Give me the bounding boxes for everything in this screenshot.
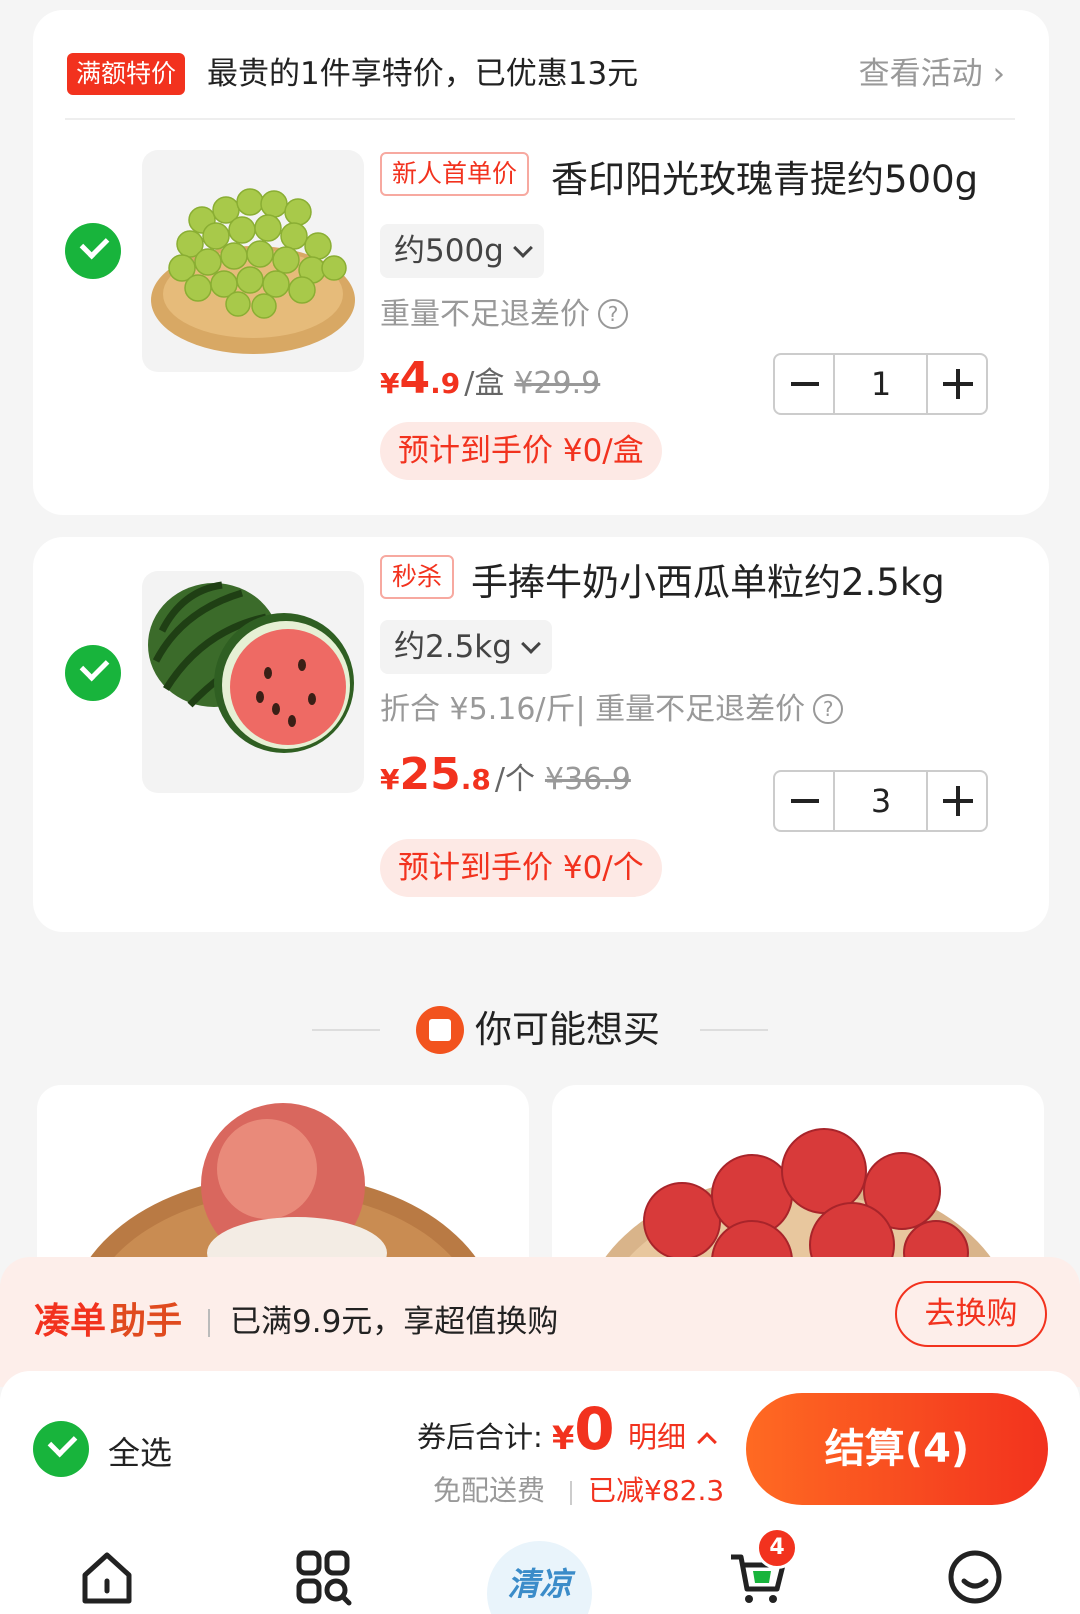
detail-toggle[interactable]: 明细 xyxy=(628,1417,717,1457)
refund-note: 折合 ¥5.16/斤| 重量不足退差价? xyxy=(380,690,844,730)
increase-button[interactable] xyxy=(926,355,986,413)
price-symbol: ¥ xyxy=(380,763,400,796)
total-value: ¥0 xyxy=(552,1395,615,1463)
assistant-title-b: 助手 xyxy=(110,1301,183,1342)
divider xyxy=(700,1029,768,1031)
spec-label: 约500g xyxy=(394,233,504,269)
spec-selector[interactable]: 约500g xyxy=(380,224,544,278)
product-image-watermelon[interactable] xyxy=(142,571,364,793)
free-delivery-text: 免配送费 xyxy=(433,1474,546,1507)
chevron-down-icon xyxy=(521,634,541,654)
divider xyxy=(570,1481,572,1505)
item-title[interactable]: 香印阳光玫瑰青提约500g xyxy=(551,156,978,204)
cart-count-badge: 4 xyxy=(756,1527,798,1569)
divider xyxy=(208,1309,210,1337)
chevron-right-icon: › xyxy=(992,56,1005,92)
checkout-button[interactable]: 结算(4) xyxy=(746,1393,1048,1505)
price-decimal: .9 xyxy=(430,367,461,400)
promo-bar: 满额特价 最贵的1件享特价，已优惠13元 查看活动 › xyxy=(67,40,1017,100)
spec-selector[interactable]: 约2.5kg xyxy=(380,620,552,674)
assistant-title-a: 凑单 xyxy=(34,1301,107,1342)
total-number: 0 xyxy=(574,1395,615,1463)
recommend-header: 你可能想买 xyxy=(0,1000,1080,1060)
add-on-assistant: 凑单 助手 已满9.9元，享超值换购 去换购 xyxy=(0,1257,1080,1387)
promo-text: 最贵的1件享特价，已优惠13元 xyxy=(207,56,639,92)
quantity-input[interactable]: 3 xyxy=(835,772,927,830)
watermelon-image xyxy=(148,581,354,753)
view-activity-link[interactable]: 查看活动 › xyxy=(859,54,1005,94)
category-icon xyxy=(296,1550,352,1606)
price: ¥25.8/个 ¥36.9 xyxy=(380,749,631,800)
original-price: ¥36.9 xyxy=(544,762,631,797)
decrease-button[interactable] xyxy=(775,355,835,413)
price-unit: /盒 xyxy=(464,366,505,401)
newcomer-price-badge: 新人首单价 xyxy=(380,152,530,196)
original-price: ¥29.9 xyxy=(514,366,601,401)
estimated-price: 预计到手价 ¥0/个 xyxy=(380,839,662,897)
exchange-button[interactable]: 去换购 xyxy=(895,1281,1047,1347)
price: ¥4.9/盒 ¥29.9 xyxy=(380,353,600,404)
total-symbol: ¥ xyxy=(552,1419,575,1457)
increase-button[interactable] xyxy=(926,772,986,830)
assistant-text: 已满9.9元，享超值换购 xyxy=(230,1304,559,1340)
item-checkbox[interactable] xyxy=(65,223,121,279)
product-image-grapes[interactable] xyxy=(142,150,364,372)
price-integer: 4 xyxy=(399,353,431,404)
chevron-up-icon xyxy=(697,1432,717,1452)
total-label: 券后合计: xyxy=(417,1420,543,1454)
refund-note: 重量不足退差价? xyxy=(380,295,628,335)
help-icon[interactable]: ? xyxy=(813,694,844,724)
home-icon xyxy=(82,1552,132,1604)
estimated-price: 预计到手价 ¥0/盒 xyxy=(380,422,662,480)
cart-item-card: 秒杀 手捧牛奶小西瓜单粒约2.5kg 约2.5kg 折合 ¥5.16/斤| 重量… xyxy=(33,537,1049,932)
shopping-bag-icon xyxy=(416,1006,464,1054)
reduced-amount: 已减¥82.3 xyxy=(588,1474,725,1507)
decrease-button[interactable] xyxy=(775,772,835,830)
tab-profile[interactable] xyxy=(945,1547,1005,1607)
divider xyxy=(65,118,1015,120)
price-symbol: ¥ xyxy=(380,367,400,400)
item-title[interactable]: 手捧牛奶小西瓜单粒约2.5kg xyxy=(471,559,945,607)
recommend-title: 你可能想买 xyxy=(475,1008,660,1051)
flash-sale-badge: 秒杀 xyxy=(380,555,455,599)
promo-tag: 满额特价 xyxy=(67,53,186,95)
item-checkbox[interactable] xyxy=(65,645,121,701)
detail-label: 明细 xyxy=(628,1420,687,1454)
center-promo-label: 清凉 xyxy=(507,1565,572,1603)
profile-icon xyxy=(948,1550,1002,1604)
refund-note-text: 折合 ¥5.16/斤| 重量不足退差价 xyxy=(380,692,806,727)
quantity-stepper: 3 xyxy=(773,770,988,832)
price-decimal: .8 xyxy=(460,763,491,796)
select-all-label[interactable]: 全选 xyxy=(108,1431,172,1475)
quantity-input[interactable]: 1 xyxy=(835,355,927,413)
help-icon[interactable]: ? xyxy=(598,299,628,329)
divider xyxy=(312,1029,380,1031)
view-activity-label: 查看活动 xyxy=(858,56,983,92)
tab-category[interactable] xyxy=(293,1547,353,1607)
tab-home[interactable] xyxy=(77,1547,137,1607)
cart-group-card: 满额特价 最贵的1件享特价，已优惠13元 查看活动 › 新人首单价 香印阳光玫瑰青… xyxy=(33,10,1049,515)
price-unit: /个 xyxy=(494,762,535,797)
refund-note-text: 重量不足退差价 xyxy=(380,297,590,332)
spec-label: 约2.5kg xyxy=(394,629,512,665)
chevron-down-icon xyxy=(512,238,533,258)
select-all-checkbox[interactable] xyxy=(33,1421,89,1477)
checkout-bar: 全选 券后合计: ¥0 明细 免配送费 已减¥82.3 结算(4) xyxy=(0,1371,1080,1529)
grapes-image xyxy=(151,188,355,354)
quantity-stepper: 1 xyxy=(773,353,988,415)
price-integer: 25 xyxy=(399,749,461,800)
